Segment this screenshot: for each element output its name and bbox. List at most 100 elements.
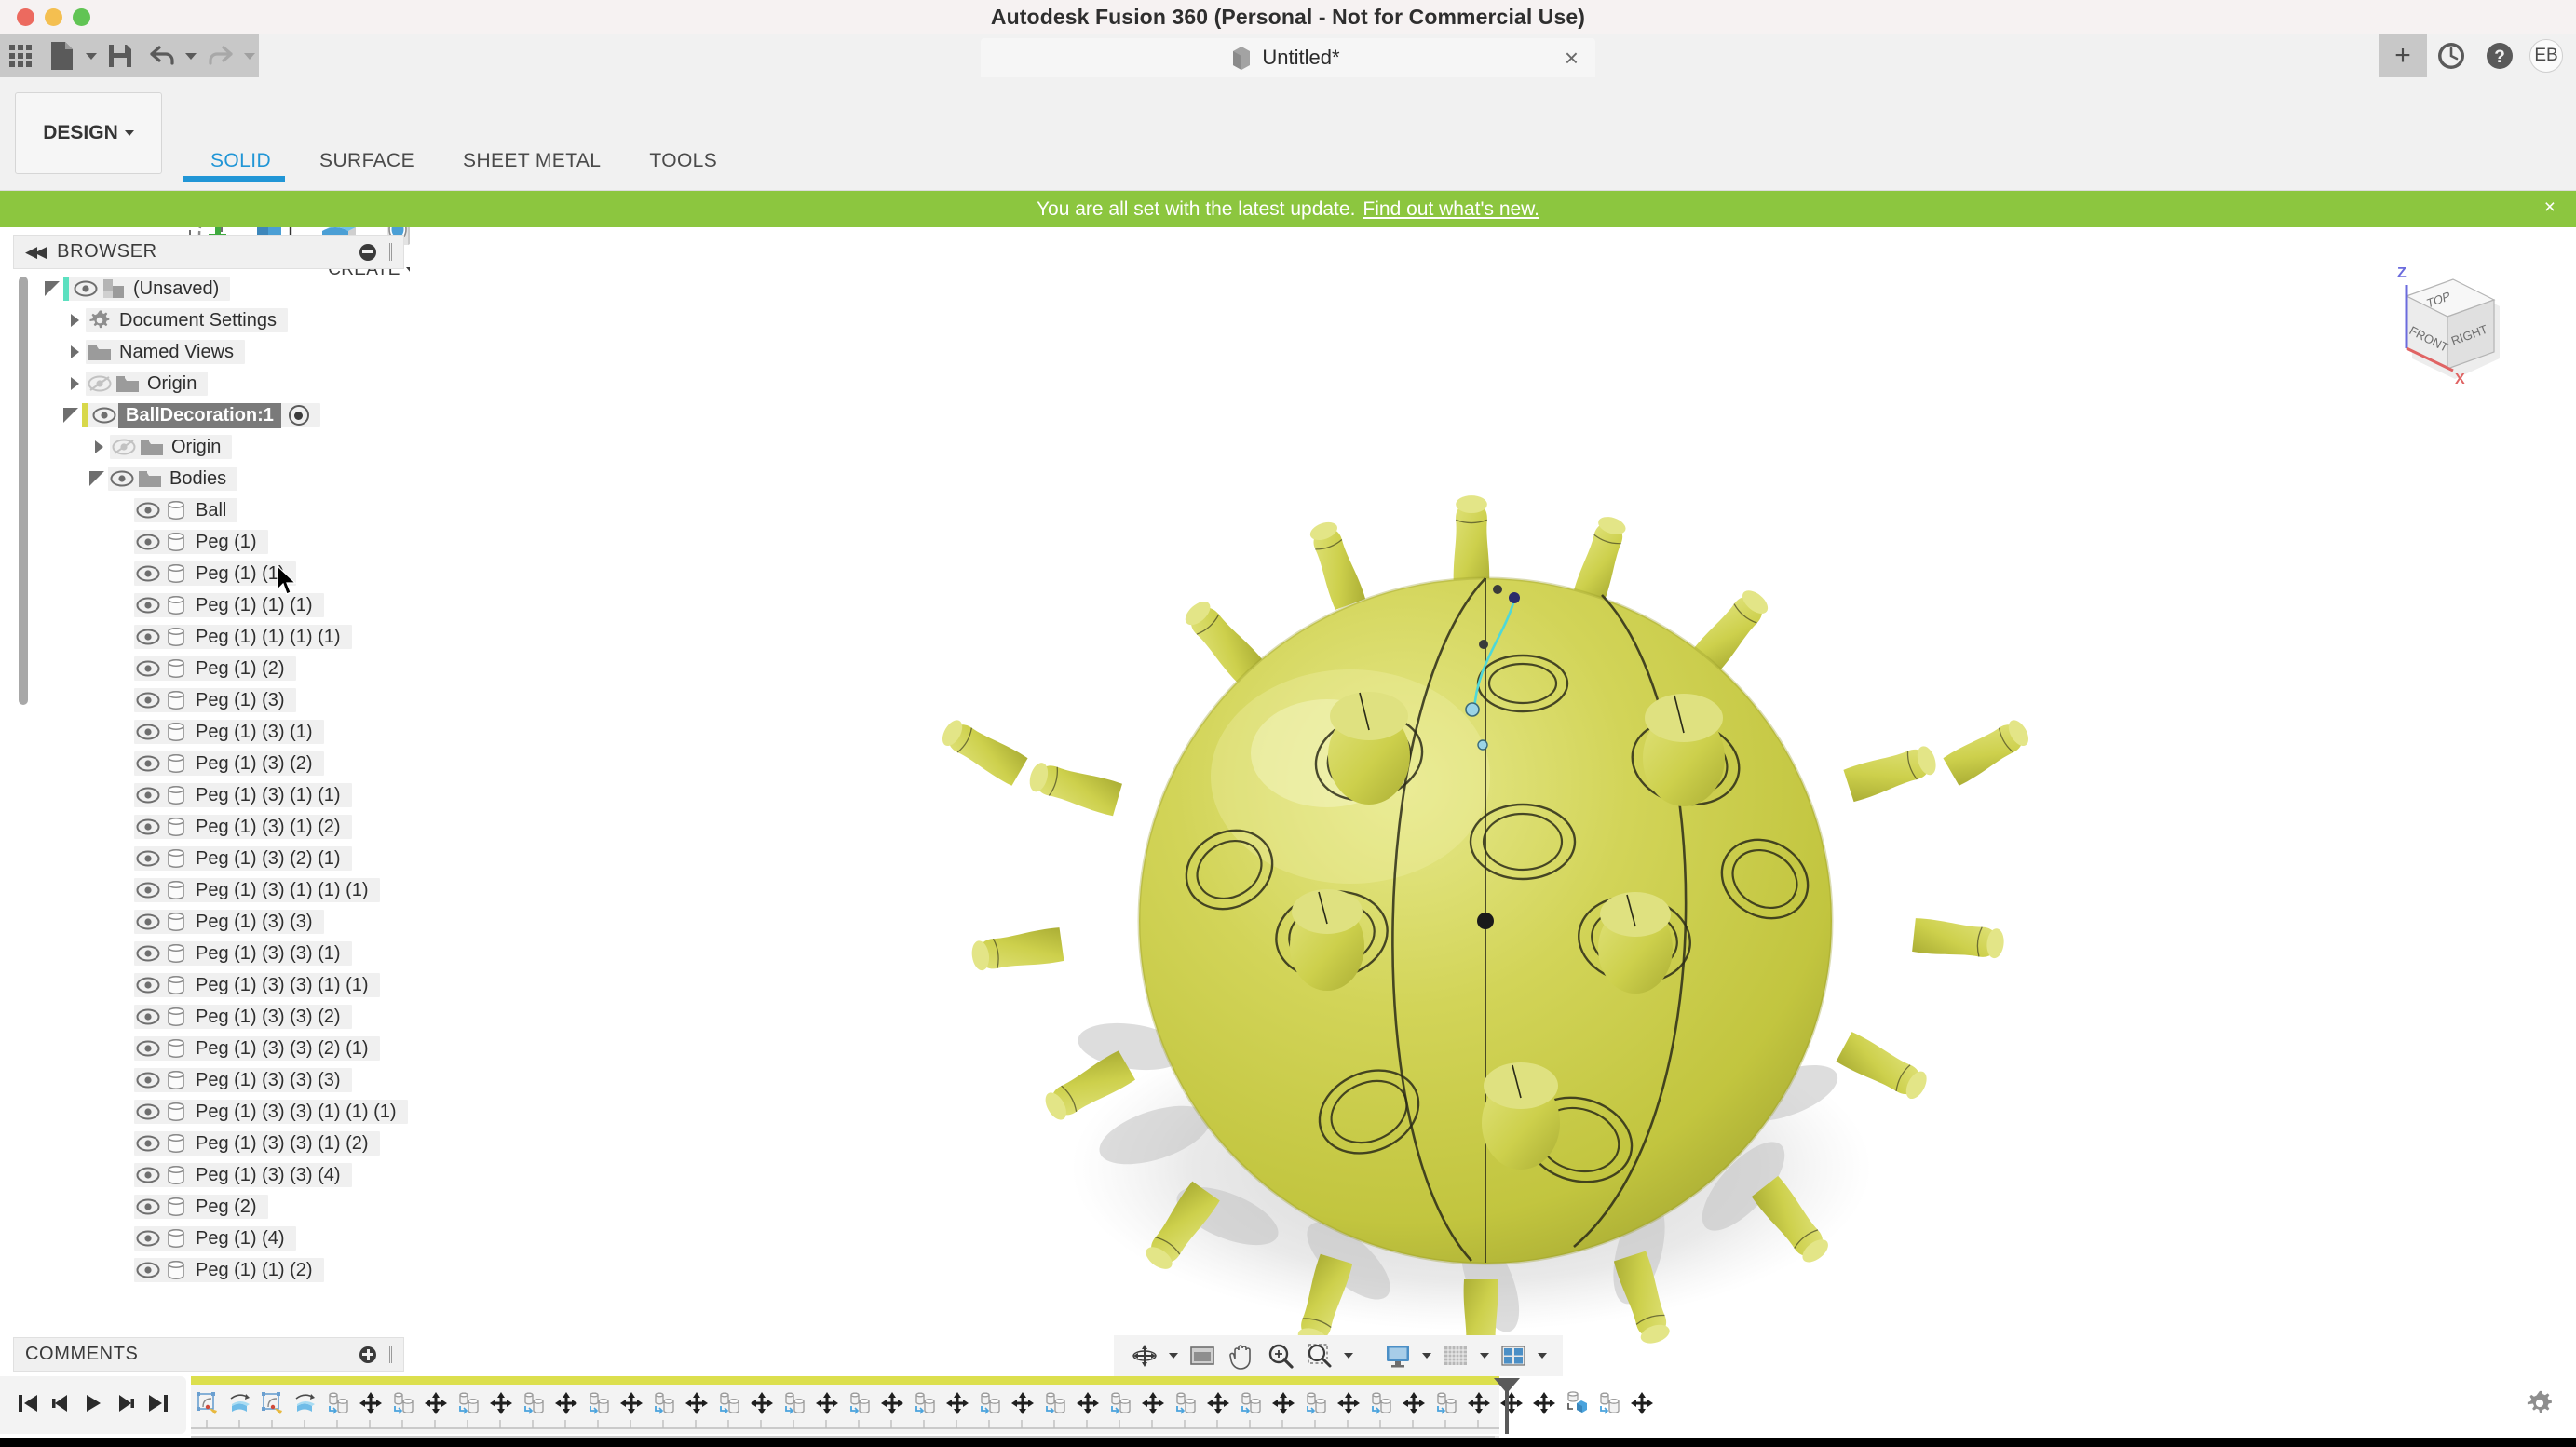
tree-row-body[interactable]: Peg (1) (1) (2) xyxy=(34,1254,404,1286)
tree-row-body[interactable]: Peg (1) (3) (1) (1) xyxy=(34,779,404,811)
orbit-chevron-down-icon[interactable] xyxy=(1166,1338,1181,1373)
timeline-feature-move[interactable] xyxy=(615,1385,647,1422)
timeline-feature-copy-paste[interactable] xyxy=(908,1385,941,1422)
panel-resize-grip[interactable] xyxy=(389,243,392,261)
timeline-feature-combine[interactable] xyxy=(1560,1385,1593,1422)
tree-row-body[interactable]: Peg (1) (3) (2) xyxy=(34,748,404,779)
visibility-eye-icon[interactable] xyxy=(134,724,162,740)
timeline-feature-copy-paste[interactable] xyxy=(452,1385,484,1422)
visibility-eye-icon[interactable] xyxy=(134,660,162,677)
visibility-eye-off-icon[interactable] xyxy=(86,375,114,392)
visibility-eye-icon[interactable] xyxy=(134,1040,162,1057)
timeline-feature-revolve[interactable] xyxy=(224,1385,256,1422)
visibility-eye-icon[interactable] xyxy=(134,850,162,867)
timeline-feature-move[interactable] xyxy=(1527,1385,1560,1422)
tree-row-body[interactable]: Peg (1) (3) (3) (2) xyxy=(34,1001,404,1033)
timeline-feature-copy-paste[interactable] xyxy=(1593,1385,1625,1422)
zoom-window-icon[interactable] xyxy=(1302,1338,1337,1373)
whats-new-link[interactable]: Find out what's new. xyxy=(1363,198,1539,221)
display-settings-chevron-down-icon[interactable] xyxy=(1419,1338,1434,1373)
pan-icon[interactable] xyxy=(1224,1338,1259,1373)
new-tab-button[interactable]: + xyxy=(2379,34,2427,77)
visibility-eye-icon[interactable] xyxy=(134,818,162,835)
viewport-canvas[interactable]: TOP FRONT RIGHT Z X xyxy=(410,227,2576,1352)
tree-row-bodies[interactable]: Bodies xyxy=(34,463,404,494)
tab-solid[interactable]: SOLID xyxy=(186,150,295,178)
visibility-eye-icon[interactable] xyxy=(134,1008,162,1025)
user-avatar[interactable]: EB xyxy=(2529,39,2563,73)
timeline-feature-copy-paste[interactable] xyxy=(1104,1385,1136,1422)
tab-tools[interactable]: TOOLS xyxy=(625,150,741,178)
timeline-feature-move[interactable] xyxy=(1332,1385,1364,1422)
timeline-track[interactable] xyxy=(191,1376,1653,1434)
tree-row-balldecoration[interactable]: BallDecoration:1 xyxy=(34,399,404,431)
timeline-feature-move[interactable] xyxy=(941,1385,973,1422)
viewports-icon[interactable] xyxy=(1496,1338,1531,1373)
visibility-eye-icon[interactable] xyxy=(134,534,162,550)
visibility-eye-icon[interactable] xyxy=(134,1072,162,1089)
visibility-eye-icon[interactable] xyxy=(134,597,162,614)
tree-row-body[interactable]: Peg (1) (3) (3) (1) (1) xyxy=(34,969,404,1001)
ball-body[interactable] xyxy=(1137,576,1834,1265)
tree-row-named-views[interactable]: Named Views xyxy=(34,336,404,368)
tree-row-body[interactable]: Peg (1) (3) (1) xyxy=(34,716,404,748)
timeline-feature-move[interactable] xyxy=(745,1385,778,1422)
viewports-chevron-down-icon[interactable] xyxy=(1535,1338,1550,1373)
visibility-eye-icon[interactable] xyxy=(108,470,136,487)
timeline-feature-copy-paste[interactable] xyxy=(1234,1385,1267,1422)
timeline-feature-sketch[interactable] xyxy=(191,1385,224,1422)
timeline-feature-move[interactable] xyxy=(810,1385,843,1422)
tree-row-unsaved[interactable]: (Unsaved) xyxy=(34,273,404,304)
tree-row-body[interactable]: Peg (1) (3) (3) xyxy=(34,906,404,938)
redo-menu-chevron-down-icon[interactable] xyxy=(241,34,259,77)
file-menu-chevron-down-icon[interactable] xyxy=(82,34,100,77)
ball-decoration-model[interactable] xyxy=(410,227,2576,1352)
document-tab[interactable]: Untitled* × xyxy=(981,38,1595,77)
tree-row-origin-child[interactable]: Origin xyxy=(34,431,404,463)
document-tab-close-icon[interactable]: × xyxy=(1565,46,1579,70)
tree-row-origin-root[interactable]: Origin xyxy=(34,368,404,399)
expand-toggle-unsaved[interactable] xyxy=(41,281,63,296)
timeline-feature-copy-paste[interactable] xyxy=(1364,1385,1397,1422)
banner-close-icon[interactable]: × xyxy=(2544,197,2556,217)
activate-component-radio[interactable] xyxy=(288,405,309,426)
tree-row-document-settings[interactable]: Document Settings xyxy=(34,304,404,336)
timeline-feature-copy-paste[interactable] xyxy=(582,1385,615,1422)
tree-row-body[interactable]: Peg (1) (3) (1) (1) (1) xyxy=(34,874,404,906)
timeline-feature-copy-paste[interactable] xyxy=(1299,1385,1332,1422)
help-icon[interactable]: ? xyxy=(2475,34,2524,77)
timeline-feature-copy-paste[interactable] xyxy=(712,1385,745,1422)
tree-row-body[interactable]: Peg (1) (3) (3) (2) (1) xyxy=(34,1033,404,1064)
browser-scrollbar[interactable] xyxy=(19,277,28,705)
expand-toggle-document-settings[interactable] xyxy=(63,314,86,327)
tree-row-body[interactable]: Peg (1) (3) (3) (4) xyxy=(34,1159,404,1191)
workspace-switcher[interactable]: DESIGN xyxy=(15,92,162,174)
visibility-eye-icon[interactable] xyxy=(134,1198,162,1215)
undo-icon[interactable] xyxy=(141,34,182,77)
timeline-feature-move[interactable] xyxy=(1006,1385,1038,1422)
timeline-feature-copy-paste[interactable] xyxy=(843,1385,875,1422)
tree-row-body[interactable]: Peg (1) (3) (3) (1) (2) xyxy=(34,1128,404,1159)
timeline-feature-move[interactable] xyxy=(1625,1385,1658,1422)
timeline-feature-copy-paste[interactable] xyxy=(973,1385,1006,1422)
expand-toggle-origin-child[interactable] xyxy=(88,440,110,453)
expand-toggle-balldecoration[interactable] xyxy=(60,408,82,423)
timeline-feature-move[interactable] xyxy=(549,1385,582,1422)
browser-collapse-all-icon[interactable] xyxy=(359,243,376,261)
timeline-feature-move[interactable] xyxy=(484,1385,517,1422)
tab-surface[interactable]: SURFACE xyxy=(295,150,439,178)
visibility-eye-icon[interactable] xyxy=(134,1262,162,1278)
tree-row-body[interactable]: Peg (1) (1) (1) xyxy=(34,589,404,621)
file-icon[interactable] xyxy=(41,34,82,77)
timeline-feature-copy-paste[interactable] xyxy=(1038,1385,1071,1422)
timeline-feature-move[interactable] xyxy=(1071,1385,1104,1422)
timeline-feature-move[interactable] xyxy=(680,1385,712,1422)
look-at-icon[interactable] xyxy=(1185,1338,1220,1373)
step-back-icon[interactable] xyxy=(48,1391,73,1420)
visibility-eye-icon[interactable] xyxy=(134,692,162,709)
tree-row-body[interactable]: Peg (1) (2) xyxy=(34,653,404,684)
tree-row-body[interactable]: Peg (1) (3) (3) (1) xyxy=(34,938,404,969)
visibility-eye-icon[interactable] xyxy=(134,1167,162,1183)
visibility-eye-icon[interactable] xyxy=(134,1103,162,1120)
tree-row-body[interactable]: Peg (1) (3) (2) (1) xyxy=(34,843,404,874)
